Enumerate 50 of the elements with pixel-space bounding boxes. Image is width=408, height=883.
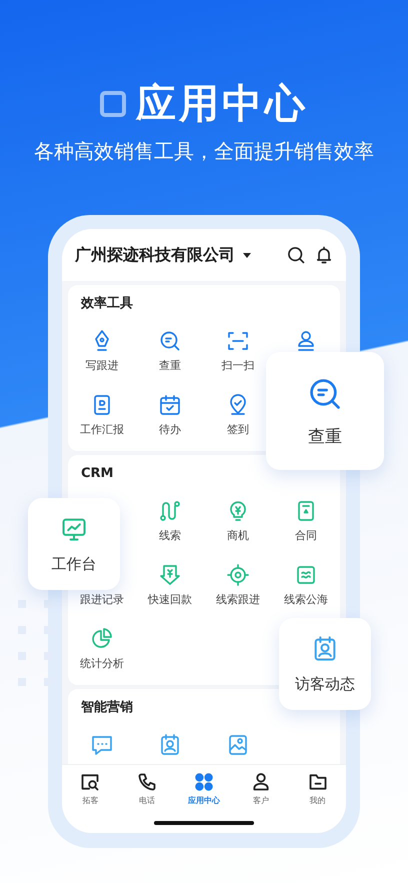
hero-subtitle: 各种高效销售工具，全面提升销售效率 — [34, 138, 374, 164]
search-window-icon — [80, 772, 100, 792]
feature-label: 工作台 — [52, 554, 96, 574]
section-title: 智能营销 — [80, 699, 134, 717]
tab[interactable]: 应用中心 — [176, 765, 232, 813]
image-icon — [226, 733, 250, 757]
tool-label[interactable]: 查重 — [159, 359, 181, 373]
feature-label: 查重 — [308, 426, 342, 448]
feature-card[interactable]: 查重 — [266, 352, 384, 470]
scan-icon — [226, 329, 250, 353]
wave-card-icon — [294, 563, 318, 587]
hero-title: 应用中心 — [136, 80, 308, 128]
grid-icon — [194, 772, 214, 792]
tool-label[interactable]: 签到 — [227, 423, 249, 437]
contact-card-icon — [158, 733, 182, 757]
tab[interactable]: 客户 — [232, 765, 290, 813]
tool-label[interactable]: 工作汇报 — [80, 423, 124, 437]
feature-label: 访客动态 — [295, 674, 355, 694]
person-icon — [250, 772, 271, 792]
search-icon[interactable] — [286, 245, 306, 265]
feature-card[interactable]: 工作台 — [28, 498, 120, 590]
phone-icon — [137, 772, 158, 792]
calendar-icon — [158, 393, 182, 417]
section-title: CRM — [80, 465, 114, 483]
download-coin-icon — [158, 563, 182, 587]
tool-label[interactable]: 线索跟进 — [216, 593, 260, 607]
folder-icon — [308, 772, 328, 792]
tool-label[interactable]: 快速回款 — [148, 593, 192, 607]
chat-icon — [90, 733, 114, 757]
tab[interactable]: 我的 — [289, 765, 346, 813]
logo-icon — [100, 91, 126, 117]
tool-label[interactable]: 扫一扫 — [222, 359, 254, 373]
tool-label[interactable]: 线索公海 — [284, 593, 328, 607]
tool-label[interactable]: 合同 — [295, 529, 317, 543]
pie-chart-icon — [90, 627, 114, 651]
tool-label[interactable]: 写跟进 — [86, 359, 118, 373]
tool-label[interactable]: 待办 — [159, 423, 181, 437]
feature-card[interactable]: 访客动态 — [279, 618, 371, 710]
tool-label[interactable]: 统计分析 — [80, 657, 124, 671]
route-icon — [158, 499, 182, 523]
target-icon — [226, 563, 250, 587]
dropdown-caret-icon[interactable] — [243, 252, 251, 258]
bell-icon[interactable] — [314, 245, 334, 265]
tab[interactable]: 拓客 — [62, 765, 119, 813]
section-title: 效率工具 — [80, 295, 134, 313]
tab[interactable]: 电话 — [118, 765, 176, 813]
tool-label[interactable]: 线索 — [159, 529, 181, 543]
tool-label[interactable]: 商机 — [227, 529, 249, 543]
search-icon — [158, 329, 182, 353]
tool-label[interactable]: 跟进记录 — [80, 593, 124, 607]
